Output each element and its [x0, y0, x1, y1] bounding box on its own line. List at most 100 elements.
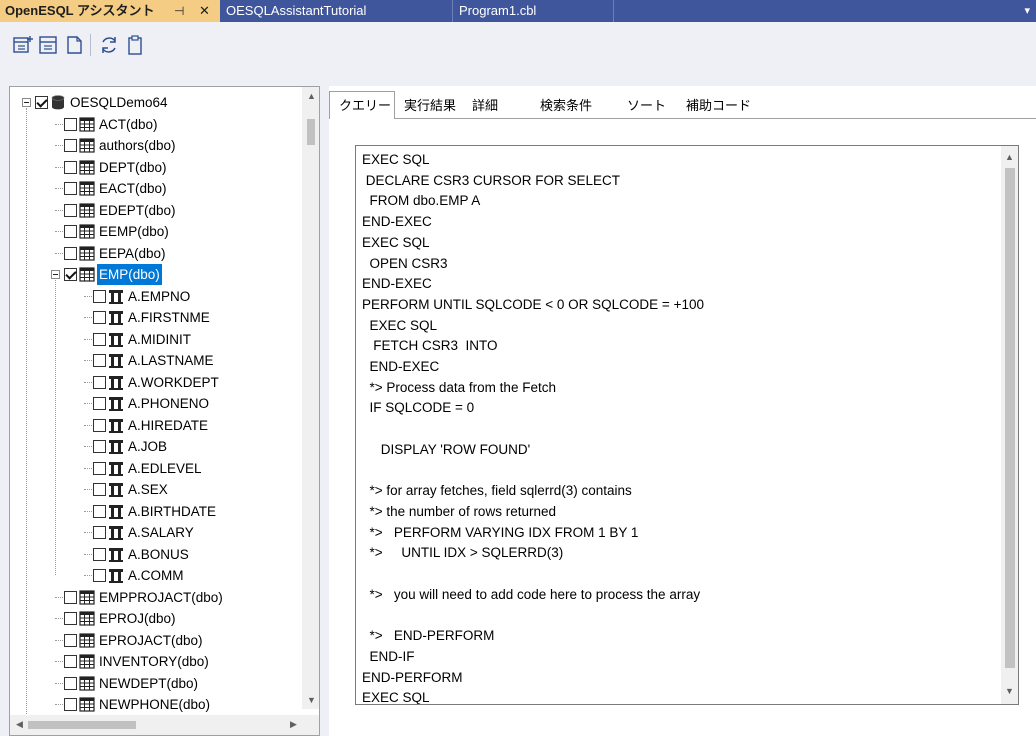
editor-scroll-thumb[interactable]	[1005, 168, 1015, 668]
tree-node-table[interactable]: EACT(dbo)	[10, 178, 300, 199]
tab-openesql-assistant[interactable]: OpenESQL アシスタント ⊣ ✕	[0, 0, 220, 22]
tab-search-conditions[interactable]: 検索条件	[540, 94, 592, 118]
scroll-down-icon[interactable]: ▼	[1005, 686, 1014, 696]
tree-node-table[interactable]: EMPPROJACT(dbo)	[10, 587, 300, 608]
tree-node-column[interactable]: A.FIRSTNME	[10, 307, 300, 328]
tree-node-column[interactable]: A.COMM	[10, 565, 300, 586]
tab-sort[interactable]: ソート	[627, 94, 666, 118]
checkbox[interactable]	[93, 483, 106, 496]
tree-node-table[interactable]: EPROJACT(dbo)	[10, 630, 300, 651]
tree-node-table[interactable]: EEPA(dbo)	[10, 243, 300, 264]
checkbox[interactable]	[93, 569, 106, 582]
collapse-toggle-icon[interactable]	[51, 270, 60, 279]
page-icon[interactable]	[64, 34, 86, 56]
tree-node-table[interactable]: EEMP(dbo)	[10, 221, 300, 242]
checkbox[interactable]	[64, 225, 77, 238]
tree-node-table[interactable]: EPROJ(dbo)	[10, 608, 300, 629]
checkbox[interactable]	[93, 418, 106, 432]
checkbox[interactable]	[64, 117, 77, 131]
tab-auxiliary-code[interactable]: 補助コード	[686, 94, 751, 118]
checkbox[interactable]	[64, 246, 77, 260]
tree-horizontal-scrollbar[interactable]: ◀ ▶	[10, 715, 319, 735]
generated-code[interactable]: EXEC SQL DECLARE CSR3 CURSOR FOR SELECT …	[362, 150, 704, 704]
checkbox[interactable]	[64, 203, 77, 217]
tree-node-table[interactable]: NEWPHONE(dbo)	[10, 694, 300, 715]
editor-vertical-scrollbar[interactable]: ▲ ▼	[1001, 146, 1018, 704]
checkbox[interactable]	[35, 96, 48, 109]
checkbox[interactable]	[64, 698, 77, 711]
tree-node-column[interactable]: A.PHONENO	[10, 393, 300, 414]
refresh-icon[interactable]	[98, 34, 120, 56]
checkbox[interactable]	[64, 676, 77, 690]
tree-node-column[interactable]: A.BIRTHDATE	[10, 501, 300, 522]
tree-node-column[interactable]: A.JOB	[10, 436, 300, 457]
tree-node-column[interactable]: A.HIREDATE	[10, 415, 300, 436]
tree-node-table[interactable]: authors(dbo)	[10, 135, 300, 156]
checkbox[interactable]	[64, 182, 77, 195]
tree-node-column[interactable]: A.SEX	[10, 479, 300, 500]
tab-results[interactable]: 実行結果	[404, 94, 456, 118]
tree-node-column[interactable]: A.EDLEVEL	[10, 458, 300, 479]
tree-node-column[interactable]: A.LASTNAME	[10, 350, 300, 371]
checkbox[interactable]	[64, 633, 77, 647]
checkbox[interactable]	[93, 526, 106, 539]
checkbox[interactable]	[93, 311, 106, 324]
tree-scroll-thumb[interactable]	[307, 119, 315, 145]
checkbox[interactable]	[93, 354, 106, 367]
tree-hscroll-thumb[interactable]	[28, 721, 136, 729]
scroll-down-icon[interactable]: ▼	[307, 695, 316, 705]
code-editor[interactable]: EXEC SQL DECLARE CSR3 CURSOR FOR SELECT …	[355, 145, 1019, 705]
tab-dropdown-icon[interactable]: ▾	[1024, 0, 1030, 22]
code-line: *> the number of rows returned	[362, 503, 556, 519]
scroll-up-icon[interactable]: ▲	[307, 91, 316, 101]
checkbox[interactable]	[64, 655, 77, 668]
tab-oesqlassistanttutorial[interactable]: OESQLAssistantTutorial	[220, 0, 453, 22]
add-query-icon[interactable]	[12, 34, 34, 56]
checkbox[interactable]	[93, 461, 106, 475]
query-pane: クエリー 実行結果 詳細 検索条件 ソート 補助コード EXEC SQL DEC…	[329, 86, 1036, 736]
tree-node-table[interactable]: INVENTORY(dbo)	[10, 651, 300, 672]
tree-vertical-scrollbar[interactable]: ▲ ▼	[302, 87, 319, 709]
code-line: EXEC SQL	[362, 234, 430, 250]
checkbox[interactable]	[93, 397, 106, 410]
close-icon[interactable]: ✕	[199, 0, 210, 22]
tree-node-column[interactable]: A.EMPNO	[10, 286, 300, 307]
checkbox[interactable]	[93, 440, 106, 453]
scroll-up-icon[interactable]: ▲	[1005, 152, 1014, 162]
collapse-toggle-icon[interactable]	[22, 98, 31, 107]
tree-node-table[interactable]: DEPT(dbo)	[10, 157, 300, 178]
tab-program1-cbl[interactable]: Program1.cbl	[453, 0, 614, 22]
checkbox[interactable]	[93, 504, 106, 518]
checkbox[interactable]	[64, 139, 77, 152]
scroll-right-icon[interactable]: ▶	[290, 719, 297, 730]
checkbox[interactable]	[93, 375, 106, 389]
checkbox[interactable]	[64, 268, 77, 281]
checkbox[interactable]	[64, 612, 77, 625]
tree-node-table-selected[interactable]: EMP(dbo)	[10, 264, 300, 285]
checkbox[interactable]	[64, 160, 77, 174]
tree-node-label: A.EMPNO	[128, 288, 191, 304]
tab-label: OpenESQL アシスタント	[5, 3, 155, 18]
tree-node-table[interactable]: EDEPT(dbo)	[10, 200, 300, 221]
tab-details[interactable]: 詳細	[472, 94, 498, 118]
checkbox[interactable]	[93, 547, 106, 561]
clipboard-icon[interactable]	[124, 34, 146, 56]
tree-node-table[interactable]: ACT(dbo)	[10, 114, 300, 135]
tree-node-column[interactable]: A.SALARY	[10, 522, 300, 543]
pin-icon[interactable]: ⊣	[174, 0, 184, 22]
tree-node-label: NEWDEPT(dbo)	[99, 675, 199, 691]
tree-node-database[interactable]: OESQLDemo64	[10, 92, 300, 113]
add-query-alt-icon[interactable]	[38, 34, 60, 56]
code-line: DECLARE CSR3 CURSOR FOR SELECT	[362, 172, 621, 188]
tree-node-table[interactable]: NEWDEPT(dbo)	[10, 673, 300, 694]
tree-node-column[interactable]: A.BONUS	[10, 544, 300, 565]
tab-query[interactable]: クエリー	[329, 91, 395, 119]
checkbox[interactable]	[93, 289, 106, 303]
tree-node-column[interactable]: A.MIDINIT	[10, 329, 300, 350]
checkbox[interactable]	[93, 332, 106, 346]
scroll-left-icon[interactable]: ◀	[16, 719, 23, 730]
code-line: *> for array fetches, field sqlerrd(3) c…	[362, 483, 632, 499]
tree-node-column[interactable]: A.WORKDEPT	[10, 372, 300, 393]
checkbox[interactable]	[64, 590, 77, 604]
